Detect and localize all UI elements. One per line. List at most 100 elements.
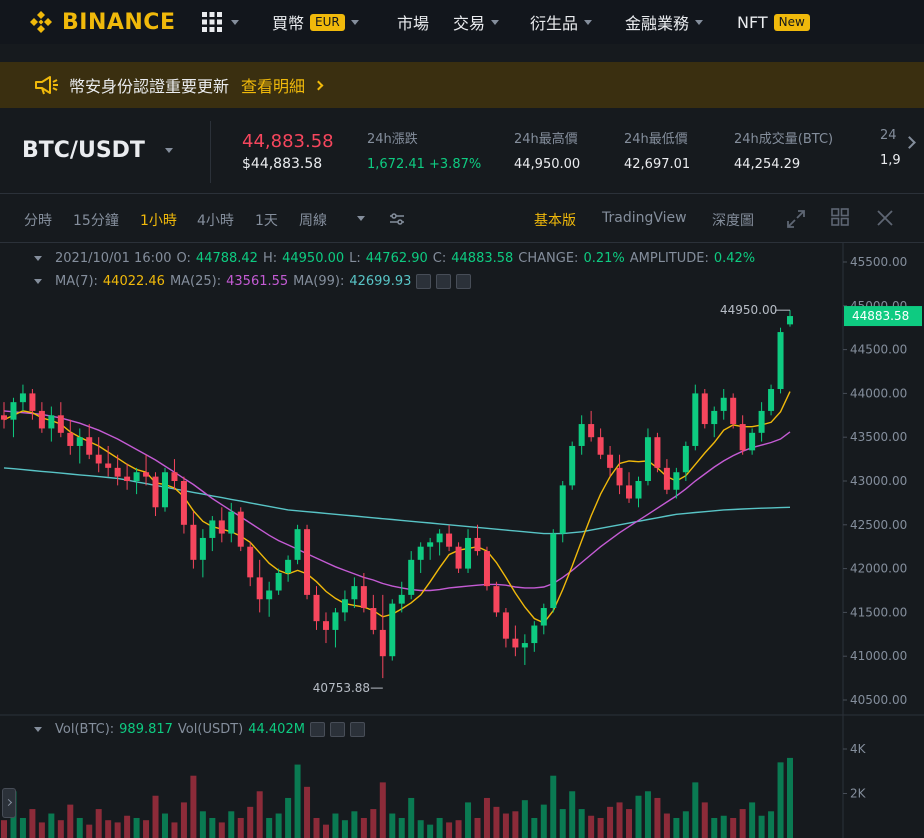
pair-selector[interactable]: BTC/USDT <box>22 138 173 163</box>
nav-markets[interactable]: 市場 <box>397 10 429 34</box>
nav-label: 衍生品 <box>530 14 579 33</box>
volume-bar <box>19 817 26 838</box>
more-intervals-icon[interactable] <box>357 216 365 221</box>
collapse-caret-icon[interactable] <box>34 256 42 261</box>
remove-icon[interactable] <box>349 722 365 737</box>
remove-icon[interactable] <box>456 274 472 289</box>
candle-body <box>313 594 320 622</box>
stat-label: 24h最低價 <box>624 132 688 147</box>
nav-label: NFT <box>737 12 768 32</box>
binance-logo-icon <box>30 11 52 33</box>
interval-1h[interactable]: 1小時 <box>140 210 177 230</box>
volume-bar <box>76 817 83 838</box>
ma25-line <box>3 410 791 592</box>
candle-body <box>701 393 708 425</box>
scroll-right-arrow-icon[interactable] <box>903 136 916 149</box>
interval-1d[interactable]: 1天 <box>255 210 278 230</box>
candle-body <box>19 393 26 403</box>
candle-body <box>237 511 244 547</box>
brand-name: BINANCE <box>62 9 176 35</box>
candle-body <box>76 437 83 446</box>
ma25-label: MA(25): <box>169 274 222 289</box>
currency-badge: EUR <box>310 13 345 31</box>
app-grid-button[interactable] <box>201 11 240 33</box>
visibility-icon[interactable] <box>309 722 325 737</box>
price-chart[interactable]: 45500.00 45000.00 44500.00 44000.00 43500.00… <box>0 243 924 838</box>
fullscreen-icon[interactable] <box>786 209 806 229</box>
volume-bar <box>730 817 737 838</box>
grid-icon <box>202 12 223 32</box>
volume-bar <box>199 811 206 838</box>
candle-body <box>436 533 443 543</box>
settings-icon[interactable] <box>329 722 345 737</box>
candle-body <box>588 424 595 438</box>
volume-bar <box>569 791 576 838</box>
candle-body <box>474 537 481 552</box>
candle-body <box>370 608 377 630</box>
chevron-down-icon <box>695 19 704 25</box>
settings-icon[interactable] <box>436 274 452 289</box>
collapse-caret-icon[interactable] <box>34 727 42 732</box>
binance-logo[interactable]: BINANCE <box>28 0 175 44</box>
volume-tick-label: 4K <box>850 742 867 756</box>
chevron-down-icon <box>584 19 593 25</box>
volume-bar <box>692 782 699 838</box>
layout-grid-icon[interactable] <box>830 207 850 227</box>
legend-high: 44950.00 <box>282 251 345 266</box>
price-tick-label: 44000.00 <box>850 386 907 400</box>
view-depth[interactable]: 深度圖 <box>712 210 754 230</box>
high-marker-label: 44950.00 <box>720 303 777 317</box>
visibility-icon[interactable] <box>416 274 432 289</box>
chevron-down-icon <box>231 19 240 25</box>
candle-body <box>228 511 235 534</box>
candle-body <box>616 467 623 486</box>
ma7-label: MA(7): <box>55 274 98 289</box>
candle-body <box>275 572 282 591</box>
candle-body <box>133 472 140 481</box>
candle-body <box>540 608 547 626</box>
collapse-caret-icon[interactable] <box>34 279 42 284</box>
settings-sliders-icon[interactable] <box>389 211 405 227</box>
candle-body <box>332 612 339 630</box>
candle-body <box>597 437 604 455</box>
nav-trade[interactable]: 交易 <box>453 10 500 34</box>
volume-bar <box>777 762 784 838</box>
side-panel-toggle[interactable] <box>2 788 16 818</box>
volume-bar <box>635 795 642 838</box>
chevron-right-icon <box>313 80 324 90</box>
volume-bar <box>720 815 727 838</box>
banner-view-details-link[interactable]: 查看明細 <box>241 73 305 97</box>
volume-bar <box>48 813 55 838</box>
price-tick-label: 44500.00 <box>850 343 907 357</box>
interval-1w[interactable]: 周線 <box>299 210 327 230</box>
view-basic[interactable]: 基本版 <box>534 210 576 230</box>
nav-finance[interactable]: 金融業務 <box>625 10 704 34</box>
candle-body <box>663 467 670 490</box>
volume-legend: Vol(BTC): 989.817 Vol(USDT) 44.402M <box>34 722 365 737</box>
nav-buy-crypto[interactable]: 買幣 EUR <box>272 10 359 34</box>
volume-bar <box>29 809 36 838</box>
volume-bar <box>446 822 453 838</box>
volume-bar <box>607 806 614 838</box>
candle-body <box>607 454 614 468</box>
nav-derivatives[interactable]: 衍生品 <box>530 10 593 34</box>
candle-body <box>247 546 254 578</box>
candle-body <box>322 621 329 630</box>
volume-bar <box>559 809 566 838</box>
interval-time[interactable]: 分時 <box>24 210 52 230</box>
close-icon[interactable] <box>876 209 894 227</box>
ma99-value: 42699.93 <box>349 274 412 289</box>
legend-amplitude: 0.42% <box>713 251 756 266</box>
interval-4h[interactable]: 4小時 <box>197 210 234 230</box>
volume-bar <box>787 757 794 838</box>
volume-bar <box>180 802 187 838</box>
volume-bar <box>701 802 708 838</box>
candle-body <box>749 432 756 451</box>
price-tick-label: 43500.00 <box>850 430 907 444</box>
interval-15m[interactable]: 15分鐘 <box>73 210 119 230</box>
candle-body <box>294 529 301 560</box>
nav-nft[interactable]: NFT New <box>737 13 810 32</box>
legend-amplitude-label: AMPLITUDE: <box>629 251 709 266</box>
last-price-tag-label: 44883.58 <box>852 309 909 323</box>
view-tradingview[interactable]: TradingView <box>602 210 687 226</box>
